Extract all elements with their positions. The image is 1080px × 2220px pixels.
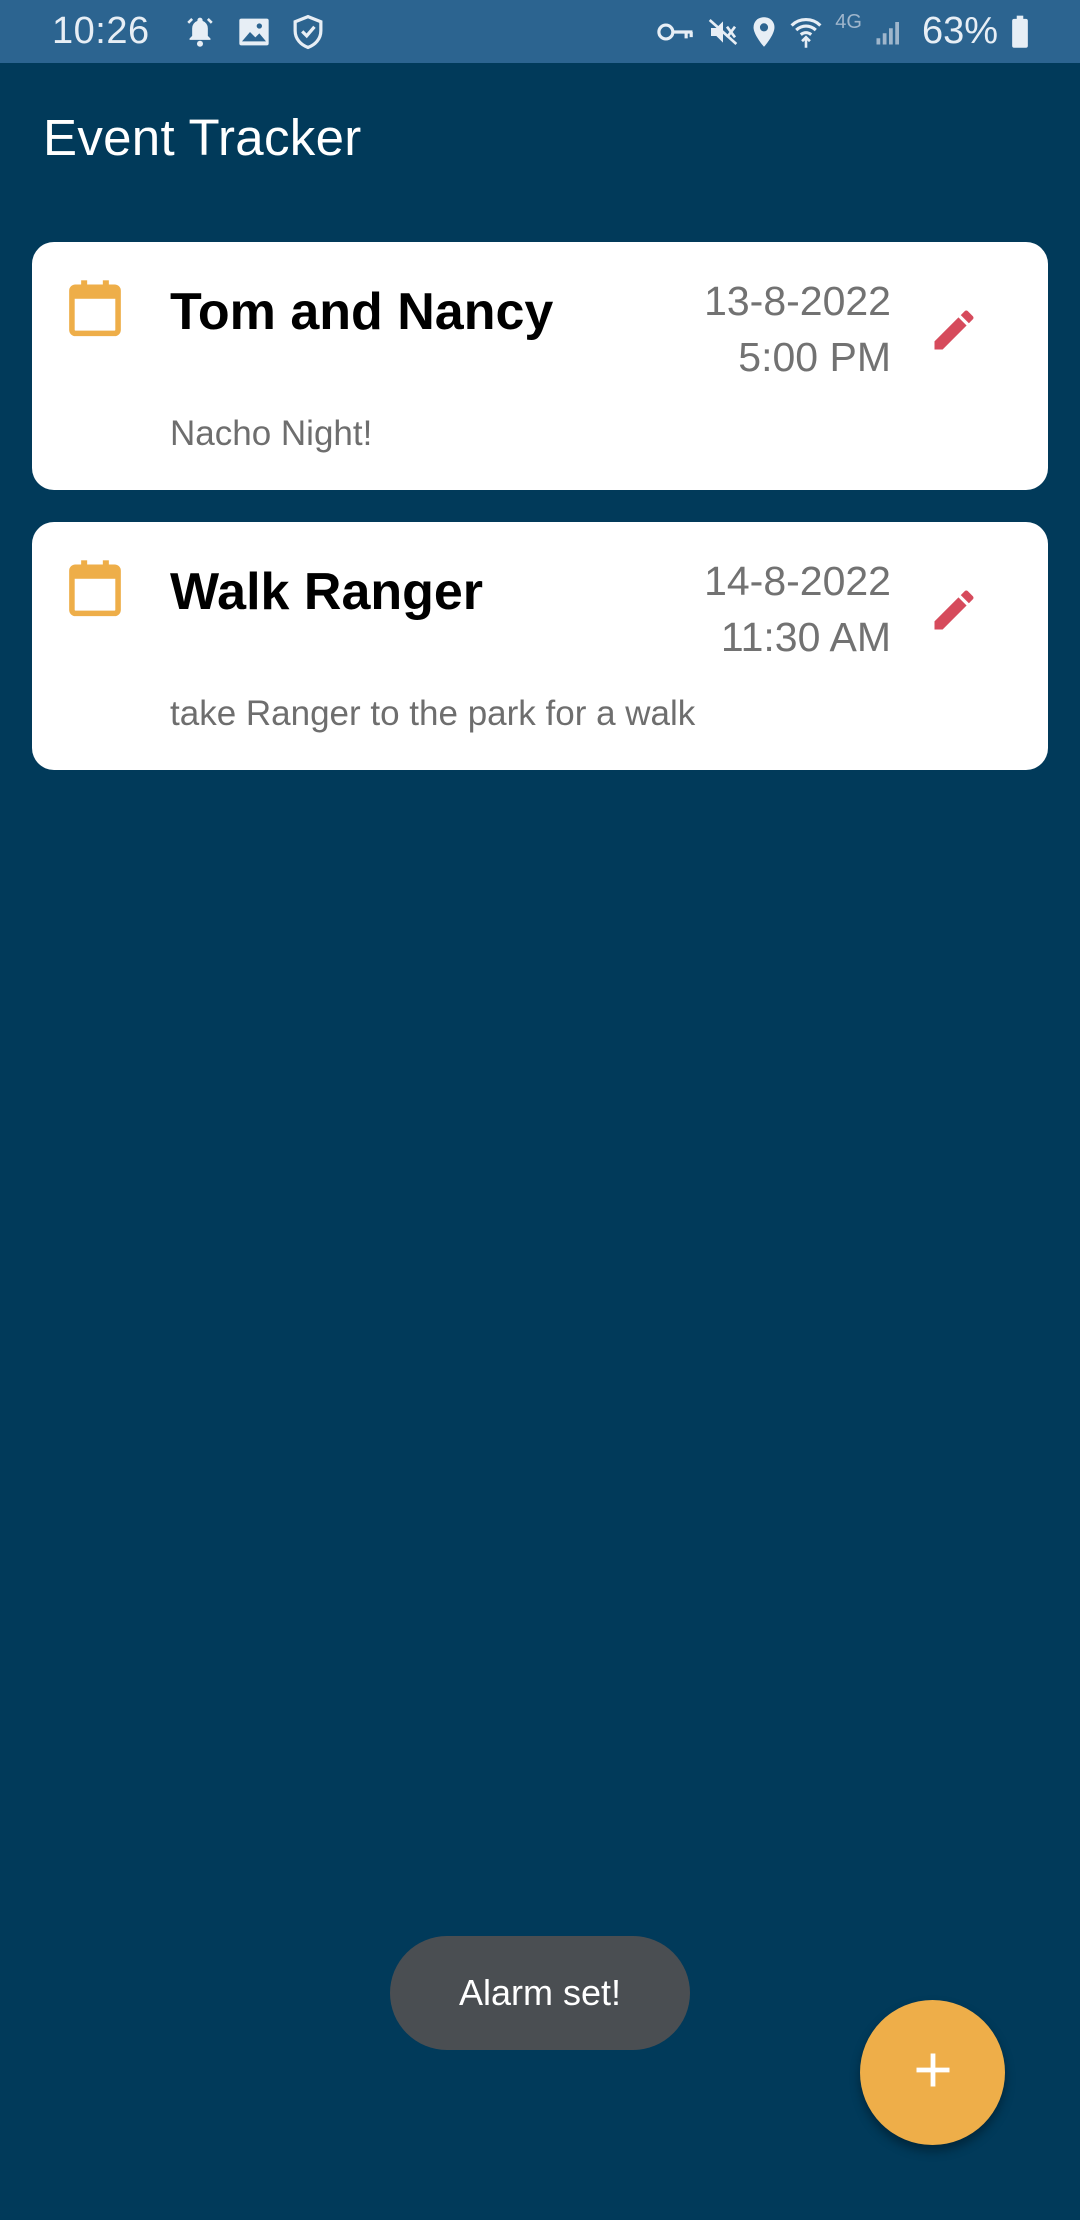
event-date: 13-8-2022 (704, 278, 891, 324)
edit-icon[interactable] (928, 584, 980, 641)
key-icon (657, 21, 695, 43)
event-title: Tom and Nancy (170, 283, 554, 341)
alarm-icon (184, 15, 216, 49)
shield-icon (292, 14, 324, 50)
toast-message: Alarm set! (458, 1972, 622, 2013)
calendar-icon (67, 558, 123, 623)
wifi-icon (789, 15, 823, 49)
event-time: 5:00 PM (738, 334, 891, 380)
event-time: 11:30 AM (720, 614, 891, 660)
add-event-button[interactable] (860, 2000, 1005, 2145)
image-icon (238, 17, 270, 47)
app-bar: Event Tracker (0, 63, 1080, 213)
plus-icon (911, 2048, 955, 2097)
status-time: 10:26 (52, 10, 150, 52)
event-description: take Ranger to the park for a walk (170, 694, 696, 733)
app-title: Event Tracker (43, 109, 362, 166)
battery-percent: 63% (921, 10, 998, 52)
event-date: 14-8-2022 (704, 558, 891, 604)
location-icon (751, 16, 777, 48)
status-bar: 10:26 4G 63% (0, 0, 1080, 63)
mute-icon (707, 16, 739, 48)
edit-icon[interactable] (928, 304, 980, 361)
network-type: 4G (835, 11, 862, 33)
event-title: Walk Ranger (170, 563, 484, 621)
signal-icon (874, 17, 904, 47)
event-list: Tom and Nancy 13-8-2022 5:00 PM Nacho Ni… (32, 242, 1048, 802)
status-bar-right: 4G 63% (657, 0, 1030, 63)
event-description: Nacho Night! (170, 414, 373, 453)
battery-icon (1010, 15, 1030, 49)
event-card[interactable]: Walk Ranger 14-8-2022 11:30 AM take Rang… (32, 522, 1048, 770)
status-bar-left: 10:26 (52, 0, 324, 63)
toast: Alarm set! (390, 1936, 690, 2050)
calendar-icon (67, 278, 123, 343)
event-card[interactable]: Tom and Nancy 13-8-2022 5:00 PM Nacho Ni… (32, 242, 1048, 490)
